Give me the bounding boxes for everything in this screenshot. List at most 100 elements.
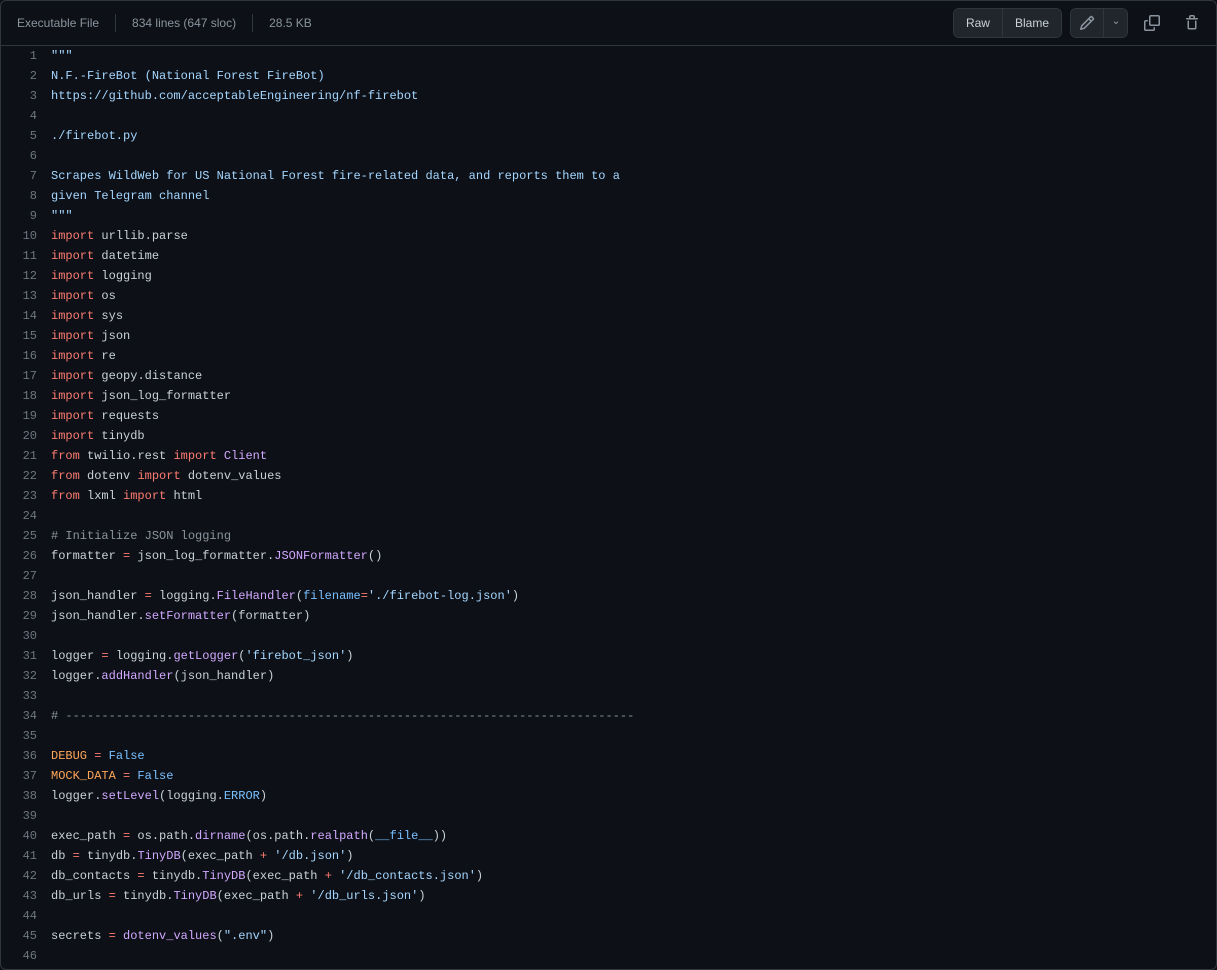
code-line: 35 bbox=[1, 726, 1216, 746]
raw-blame-group: Raw Blame bbox=[953, 8, 1062, 38]
copy-icon bbox=[1144, 15, 1160, 31]
pencil-icon bbox=[1079, 15, 1095, 31]
line-number[interactable]: 19 bbox=[1, 406, 51, 426]
blame-button[interactable]: Blame bbox=[1002, 9, 1061, 37]
code-content: import json_log_formatter bbox=[51, 386, 231, 406]
line-number[interactable]: 11 bbox=[1, 246, 51, 266]
line-number[interactable]: 38 bbox=[1, 786, 51, 806]
line-number[interactable]: 17 bbox=[1, 366, 51, 386]
code-line: 30 bbox=[1, 626, 1216, 646]
line-number[interactable]: 27 bbox=[1, 566, 51, 586]
line-number[interactable]: 1 bbox=[1, 46, 51, 66]
file-size: 28.5 KB bbox=[269, 16, 312, 30]
code-content: """ bbox=[51, 46, 73, 66]
code-content: logger.setLevel(logging.ERROR) bbox=[51, 786, 267, 806]
edit-button[interactable] bbox=[1071, 9, 1103, 37]
line-number[interactable]: 40 bbox=[1, 826, 51, 846]
line-number[interactable]: 2 bbox=[1, 66, 51, 86]
line-number[interactable]: 29 bbox=[1, 606, 51, 626]
code-line: 18import json_log_formatter bbox=[1, 386, 1216, 406]
line-number[interactable]: 6 bbox=[1, 146, 51, 166]
code-content: import logging bbox=[51, 266, 152, 286]
divider bbox=[115, 14, 116, 32]
code-line: 4 bbox=[1, 106, 1216, 126]
toolbar-actions: Raw Blame bbox=[953, 8, 1208, 38]
line-number[interactable]: 36 bbox=[1, 746, 51, 766]
edit-dropdown-button[interactable] bbox=[1103, 9, 1127, 37]
code-content: import os bbox=[51, 286, 116, 306]
line-number[interactable]: 21 bbox=[1, 446, 51, 466]
code-line: 40exec_path = os.path.dirname(os.path.re… bbox=[1, 826, 1216, 846]
code-content: import re bbox=[51, 346, 116, 366]
code-content: from lxml import html bbox=[51, 486, 202, 506]
line-number[interactable]: 10 bbox=[1, 226, 51, 246]
code-line: 25# Initialize JSON logging bbox=[1, 526, 1216, 546]
code-line: 24 bbox=[1, 506, 1216, 526]
line-number[interactable]: 13 bbox=[1, 286, 51, 306]
code-line: 32logger.addHandler(json_handler) bbox=[1, 666, 1216, 686]
line-number[interactable]: 34 bbox=[1, 706, 51, 726]
code-content: MOCK_DATA = False bbox=[51, 766, 173, 786]
line-number[interactable]: 43 bbox=[1, 886, 51, 906]
code-content: import sys bbox=[51, 306, 123, 326]
line-number[interactable]: 8 bbox=[1, 186, 51, 206]
line-number[interactable]: 35 bbox=[1, 726, 51, 746]
line-number[interactable]: 32 bbox=[1, 666, 51, 686]
code-line: 23from lxml import html bbox=[1, 486, 1216, 506]
code-content: db = tinydb.TinyDB(exec_path + '/db.json… bbox=[51, 846, 354, 866]
copy-button[interactable] bbox=[1136, 9, 1168, 37]
code-content: # --------------------------------------… bbox=[51, 706, 634, 726]
code-content: logger = logging.getLogger('firebot_json… bbox=[51, 646, 354, 666]
line-number[interactable]: 39 bbox=[1, 806, 51, 826]
code-line: 44 bbox=[1, 906, 1216, 926]
line-number[interactable]: 44 bbox=[1, 906, 51, 926]
line-number[interactable]: 42 bbox=[1, 866, 51, 886]
code-content: """ bbox=[51, 206, 73, 226]
raw-button[interactable]: Raw bbox=[954, 9, 1002, 37]
line-number[interactable]: 24 bbox=[1, 506, 51, 526]
code-content: from twilio.rest import Client bbox=[51, 446, 267, 466]
line-number[interactable]: 5 bbox=[1, 126, 51, 146]
code-line: 9""" bbox=[1, 206, 1216, 226]
line-number[interactable]: 33 bbox=[1, 686, 51, 706]
code-content: formatter = json_log_formatter.JSONForma… bbox=[51, 546, 382, 566]
line-number[interactable]: 46 bbox=[1, 946, 51, 966]
code-line: 12import logging bbox=[1, 266, 1216, 286]
code-line: 8given Telegram channel bbox=[1, 186, 1216, 206]
code-line: 33 bbox=[1, 686, 1216, 706]
delete-button[interactable] bbox=[1176, 9, 1208, 37]
code-content: logger.addHandler(json_handler) bbox=[51, 666, 274, 686]
line-number[interactable]: 18 bbox=[1, 386, 51, 406]
line-number[interactable]: 26 bbox=[1, 546, 51, 566]
line-number[interactable]: 16 bbox=[1, 346, 51, 366]
line-number[interactable]: 12 bbox=[1, 266, 51, 286]
code-content: import datetime bbox=[51, 246, 159, 266]
line-number[interactable]: 41 bbox=[1, 846, 51, 866]
code-content: secrets = dotenv_values(".env") bbox=[51, 926, 274, 946]
line-number[interactable]: 7 bbox=[1, 166, 51, 186]
code-line: 42db_contacts = tinydb.TinyDB(exec_path … bbox=[1, 866, 1216, 886]
code-content: json_handler.setFormatter(formatter) bbox=[51, 606, 310, 626]
line-number[interactable]: 28 bbox=[1, 586, 51, 606]
code-line: 1""" bbox=[1, 46, 1216, 66]
code-content: import tinydb bbox=[51, 426, 145, 446]
code-line: 21from twilio.rest import Client bbox=[1, 446, 1216, 466]
line-number[interactable]: 37 bbox=[1, 766, 51, 786]
code-line: 3https://github.com/acceptableEngineerin… bbox=[1, 86, 1216, 106]
line-number[interactable]: 15 bbox=[1, 326, 51, 346]
line-stats: 834 lines (647 sloc) bbox=[132, 16, 236, 30]
line-number[interactable]: 23 bbox=[1, 486, 51, 506]
code-line: 34# ------------------------------------… bbox=[1, 706, 1216, 726]
line-number[interactable]: 14 bbox=[1, 306, 51, 326]
line-number[interactable]: 9 bbox=[1, 206, 51, 226]
line-number[interactable]: 22 bbox=[1, 466, 51, 486]
line-number[interactable]: 30 bbox=[1, 626, 51, 646]
line-number[interactable]: 45 bbox=[1, 926, 51, 946]
line-number[interactable]: 20 bbox=[1, 426, 51, 446]
line-number[interactable]: 25 bbox=[1, 526, 51, 546]
line-number[interactable]: 3 bbox=[1, 86, 51, 106]
line-number[interactable]: 31 bbox=[1, 646, 51, 666]
code-line: 31logger = logging.getLogger('firebot_js… bbox=[1, 646, 1216, 666]
line-number[interactable]: 4 bbox=[1, 106, 51, 126]
code-content: json_handler = logging.FileHandler(filen… bbox=[51, 586, 519, 606]
